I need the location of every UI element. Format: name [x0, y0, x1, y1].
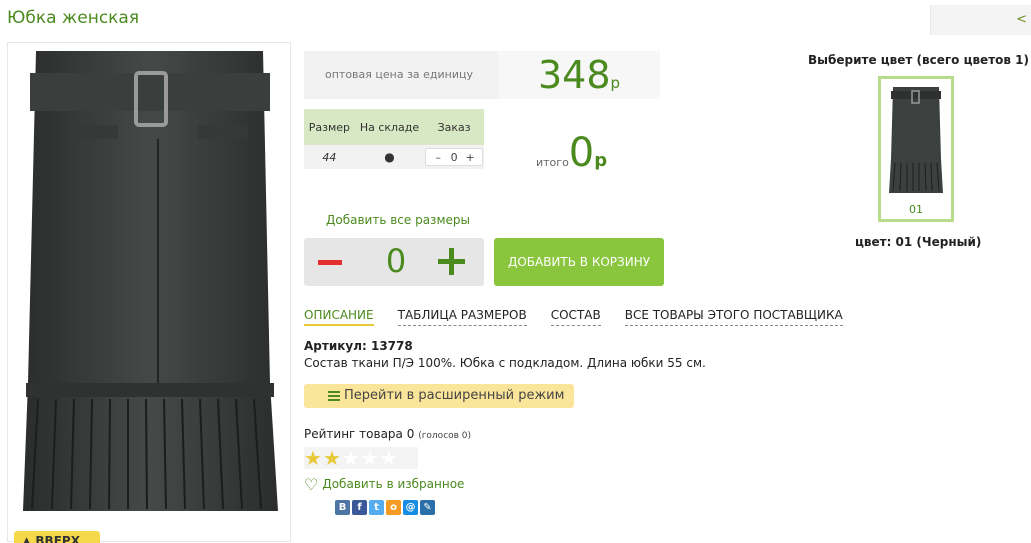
- order-quantity-stepper[interactable]: – 0 +: [425, 148, 484, 166]
- total-currency: р: [594, 150, 608, 171]
- order-cell: – 0 +: [424, 145, 484, 169]
- heart-icon: ♡: [304, 475, 319, 494]
- social-share-bar: В f t о @ ✎: [335, 500, 435, 515]
- star-icon[interactable]: ★: [304, 446, 323, 470]
- list-icon: [328, 391, 340, 401]
- order-quantity-value[interactable]: 0: [446, 151, 462, 164]
- tab-all-supplier-products[interactable]: ВСЕ ТОВАРЫ ЭТОГО ПОСТАВЩИКА: [624, 308, 843, 326]
- quantity-value[interactable]: 0: [374, 242, 418, 280]
- odnoklassniki-icon[interactable]: о: [386, 500, 401, 515]
- mailru-icon[interactable]: @: [403, 500, 418, 515]
- facebook-icon[interactable]: f: [352, 500, 367, 515]
- color-picker-title: Выберите цвет (всего цветов 1): [808, 53, 1029, 67]
- product-description: Состав ткани П/Э 100%. Юбка с подкладом.…: [304, 356, 706, 370]
- order-plus-button[interactable]: +: [462, 151, 478, 164]
- quantity-minus-button[interactable]: [316, 246, 344, 278]
- price-value: 348р: [498, 51, 660, 99]
- price-currency: р: [610, 74, 621, 92]
- extended-mode-button[interactable]: Перейти в расширенный режим: [304, 384, 574, 408]
- tab-composition[interactable]: СОСТАВ: [550, 308, 601, 326]
- favorites-label: Добавить в избранное: [322, 477, 465, 491]
- prev-product-button[interactable]: <: [930, 5, 1031, 35]
- skirt-thumbnail: [889, 87, 943, 193]
- size-header: Размер: [304, 109, 355, 145]
- rating-text: Рейтинг товара 0 (голосов 0): [304, 427, 471, 441]
- twitter-icon[interactable]: t: [369, 500, 384, 515]
- livejournal-icon[interactable]: ✎: [420, 500, 435, 515]
- color-code: 01: [909, 203, 923, 216]
- order-minus-button[interactable]: –: [430, 151, 446, 164]
- size-table: Размер На складе Заказ 44 ● – 0 +: [304, 109, 484, 169]
- product-tabs: ОПИСАНИЕ ТАБЛИЦА РАЗМЕРОВ СОСТАВ ВСЕ ТОВ…: [304, 308, 843, 326]
- color-swatch[interactable]: 01: [878, 76, 954, 222]
- star-icon[interactable]: ★: [323, 446, 342, 470]
- add-to-favorites-link[interactable]: ♡ Добавить в избранное: [304, 475, 464, 494]
- page-title: Юбка женская: [7, 8, 140, 28]
- price-amount: 348: [537, 53, 611, 97]
- article-number: Артикул: 13778: [304, 339, 413, 353]
- stock-header: На складе: [354, 109, 425, 145]
- star-icon[interactable]: ★: [342, 446, 361, 470]
- tab-size-table[interactable]: ТАБЛИЦА РАЗМЕРОВ: [397, 308, 527, 326]
- price-label: оптовая цена за единицу: [324, 68, 474, 81]
- total-label: итого: [536, 156, 569, 169]
- tab-description[interactable]: ОПИСАНИЕ: [304, 308, 374, 326]
- price-box: оптовая цена за единицу 348р: [304, 51, 660, 99]
- scroll-up-button[interactable]: ▲ ВВЕРХ: [14, 531, 100, 543]
- total-amount: 0: [568, 130, 595, 176]
- product-main-image[interactable]: [7, 42, 291, 542]
- quantity-plus-button[interactable]: [436, 246, 468, 278]
- order-header: Заказ: [424, 109, 484, 145]
- quantity-stepper: 0: [304, 238, 484, 286]
- rating-stars[interactable]: ★★★★★: [304, 447, 418, 469]
- table-row: 44 ● – 0 +: [304, 145, 484, 169]
- star-icon[interactable]: ★: [380, 446, 399, 470]
- size-cell: 44: [304, 145, 355, 169]
- selected-color-label: цвет: 01 (Черный): [855, 235, 982, 249]
- rating-votes: (голосов 0): [418, 431, 472, 441]
- extended-mode-label: Перейти в расширенный режим: [344, 388, 565, 403]
- star-icon[interactable]: ★: [361, 446, 380, 470]
- add-to-cart-button[interactable]: ДОБАВИТЬ В КОРЗИНУ: [494, 238, 664, 286]
- add-all-sizes-link[interactable]: Добавить все размеры: [326, 213, 470, 227]
- in-stock-icon: ●: [354, 145, 425, 169]
- total-sum: итого0р: [536, 130, 607, 176]
- skirt-illustration: [23, 51, 278, 511]
- vk-icon[interactable]: В: [335, 500, 350, 515]
- rating-label: Рейтинг товара 0: [304, 427, 415, 441]
- chevron-left-icon: <: [1016, 12, 1027, 27]
